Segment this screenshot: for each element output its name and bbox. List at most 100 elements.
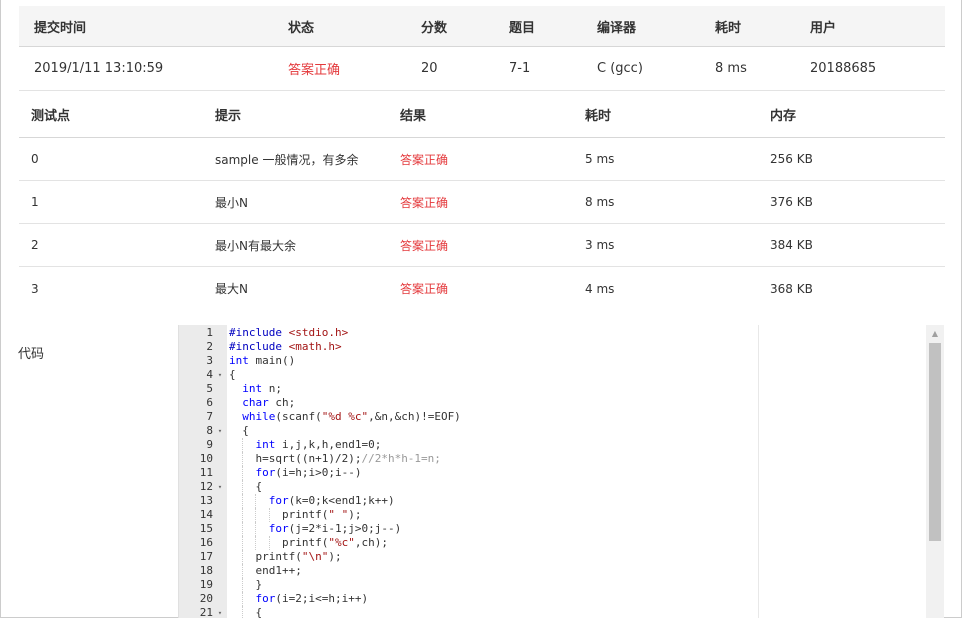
code-text: printf(" "); [229, 508, 362, 521]
code-line[interactable]: 20 for(i=2;i<=h;i++) [179, 592, 927, 606]
line-number: 19 [199, 578, 213, 591]
code-text: { [229, 606, 263, 618]
case-result: 答案正确 [400, 195, 449, 210]
code-line[interactable]: 12 ▾ { [179, 480, 927, 494]
code-text: end1++; [229, 564, 302, 577]
submission-row: 2019/1/11 13:10:59 答案正确 20 7-1 C (gcc) 8… [19, 47, 945, 91]
code-line[interactable]: 6 char ch; [179, 396, 927, 410]
case-id: 3 [31, 281, 39, 296]
arrow-up-icon[interactable]: ▲ [926, 325, 944, 341]
problem-link[interactable]: 7-1 [509, 47, 530, 90]
line-number: 8 [206, 424, 213, 437]
case-memory: 256 KB [770, 152, 813, 166]
code-line[interactable]: 1 #include <stdio.h> [179, 326, 927, 340]
line-number: 9 [206, 438, 213, 451]
code-text: for(j=2*i-1;j>0;j--) [268, 522, 402, 535]
line-number: 4 [206, 368, 213, 381]
code-line[interactable]: 8 ▾ { [179, 424, 927, 438]
line-number: 15 [199, 522, 213, 535]
submit-time: 2019/1/11 13:10:59 [34, 61, 164, 76]
header-status: 状态 [288, 20, 315, 36]
code-line[interactable]: 10 h=sqrt((n+1)/2);//2*h*h-1=n; [179, 452, 927, 466]
code-line[interactable]: 14 printf(" "); [179, 508, 927, 522]
code-text: printf("%c",ch); [229, 536, 388, 549]
code-line[interactable]: 18 end1++; [179, 564, 927, 578]
code-line[interactable]: 4 ▾ { [179, 368, 927, 382]
header-case: 测试点 [31, 109, 71, 124]
code-text: { [229, 368, 236, 381]
line-number: 14 [199, 508, 213, 521]
code-text: for(i=2;i<=h;i++) [255, 592, 369, 605]
submission-table: 提交时间 状态 分数 题目 编译器 耗时 用户 2019/1/11 13:10:… [19, 6, 945, 91]
code-text: #include <math.h> [229, 340, 342, 353]
submission-header: 提交时间 状态 分数 题目 编译器 耗时 用户 [19, 6, 945, 47]
line-number: 5 [206, 382, 213, 395]
case-time: 8 ms [585, 195, 615, 209]
code-text: { [229, 480, 263, 493]
score: 20 [421, 61, 438, 76]
code-line[interactable]: 16 printf("%c",ch); [179, 536, 927, 550]
code-text: } [229, 578, 263, 591]
case-id: 2 [31, 238, 39, 252]
line-number: 10 [199, 452, 213, 465]
testcase-table: 测试点 提示 结果 耗时 内存 0 sample 一般情况，有多余 答案正确 5… [19, 92, 945, 310]
case-hint: 最小N [215, 195, 248, 210]
line-number: 18 [199, 564, 213, 577]
line-number: 1 [206, 326, 213, 339]
code-line[interactable]: 17 printf("\n"); [179, 550, 927, 564]
scrollbar-thumb[interactable] [929, 343, 941, 541]
line-number: 7 [206, 410, 213, 423]
case-time: 3 ms [585, 238, 615, 252]
case-hint: sample 一般情况，有多余 [215, 152, 359, 167]
header-time: 耗时 [715, 20, 742, 36]
line-number: 21 [199, 606, 213, 618]
code-text: while(scanf("%d %c",&n,&ch)!=EOF) [242, 410, 461, 423]
case-time: 4 ms [585, 281, 615, 296]
code-line[interactable]: 13 for(k=0;k<end1;k++) [179, 494, 927, 508]
line-number: 16 [199, 536, 213, 549]
code-line[interactable]: 3 int main() [179, 354, 927, 368]
case-id: 1 [31, 195, 39, 209]
code-line[interactable]: 9 int i,j,k,h,end1=0; [179, 438, 927, 452]
code-lines[interactable]: 1 #include <stdio.h> 2 #include <math.h> 3 in… [179, 326, 927, 618]
code-text: for(k=0;k<end1;k++) [268, 494, 395, 507]
header-result: 结果 [400, 109, 427, 124]
status-link[interactable]: 答案正确 [288, 47, 340, 90]
code-text: printf("\n"); [229, 550, 342, 563]
line-number: 17 [199, 550, 213, 563]
code-line[interactable]: 21 ▾ { [179, 606, 927, 618]
case-memory: 376 KB [770, 195, 813, 209]
case-hint: 最大N [215, 282, 248, 296]
code-editor[interactable]: 1 #include <stdio.h> 2 #include <math.h> 3 in… [178, 325, 944, 618]
chevron-down-icon[interactable]: ▾ [215, 606, 225, 618]
compiler: C (gcc) [597, 61, 643, 76]
code-line[interactable]: 15 for(j=2*i-1;j>0;j--) [179, 522, 927, 536]
code-line[interactable]: 19 } [179, 578, 927, 592]
header-hint: 提示 [215, 109, 242, 124]
code-label: 代码 [18, 347, 45, 362]
editor-scrollbar[interactable]: ▲ [926, 325, 944, 618]
header-problem: 题目 [509, 20, 536, 36]
code-text: int main() [229, 354, 296, 367]
chevron-down-icon[interactable]: ▾ [215, 480, 225, 494]
line-number: 2 [206, 340, 213, 353]
code-text: int i,j,k,h,end1=0; [255, 438, 382, 451]
case-memory: 368 KB [770, 281, 813, 296]
code-line[interactable]: 2 #include <math.h> [179, 340, 927, 354]
table-row: 3 最大N 答案正确 4 ms 368 KB [19, 267, 945, 310]
user-link[interactable]: 20188685 [810, 47, 876, 90]
table-row: 1 最小N 答案正确 8 ms 376 KB [19, 181, 945, 224]
code-line[interactable]: 11 for(i=h;i>0;i--) [179, 466, 927, 480]
code-text: for(i=h;i>0;i--) [255, 466, 362, 479]
case-hint: 最小N有最大余 [215, 238, 296, 253]
header-user: 用户 [810, 20, 837, 36]
header-score: 分数 [421, 20, 448, 36]
code-text: char ch; [242, 396, 296, 409]
code-line[interactable]: 5 int n; [179, 382, 927, 396]
header-submit-time: 提交时间 [34, 20, 87, 36]
code-line[interactable]: 7 while(scanf("%d %c",&n,&ch)!=EOF) [179, 410, 927, 424]
chevron-down-icon[interactable]: ▾ [215, 424, 225, 438]
testcase-header: 测试点 提示 结果 耗时 内存 [19, 92, 945, 138]
chevron-down-icon[interactable]: ▾ [215, 368, 225, 382]
code-text: int n; [242, 382, 282, 395]
